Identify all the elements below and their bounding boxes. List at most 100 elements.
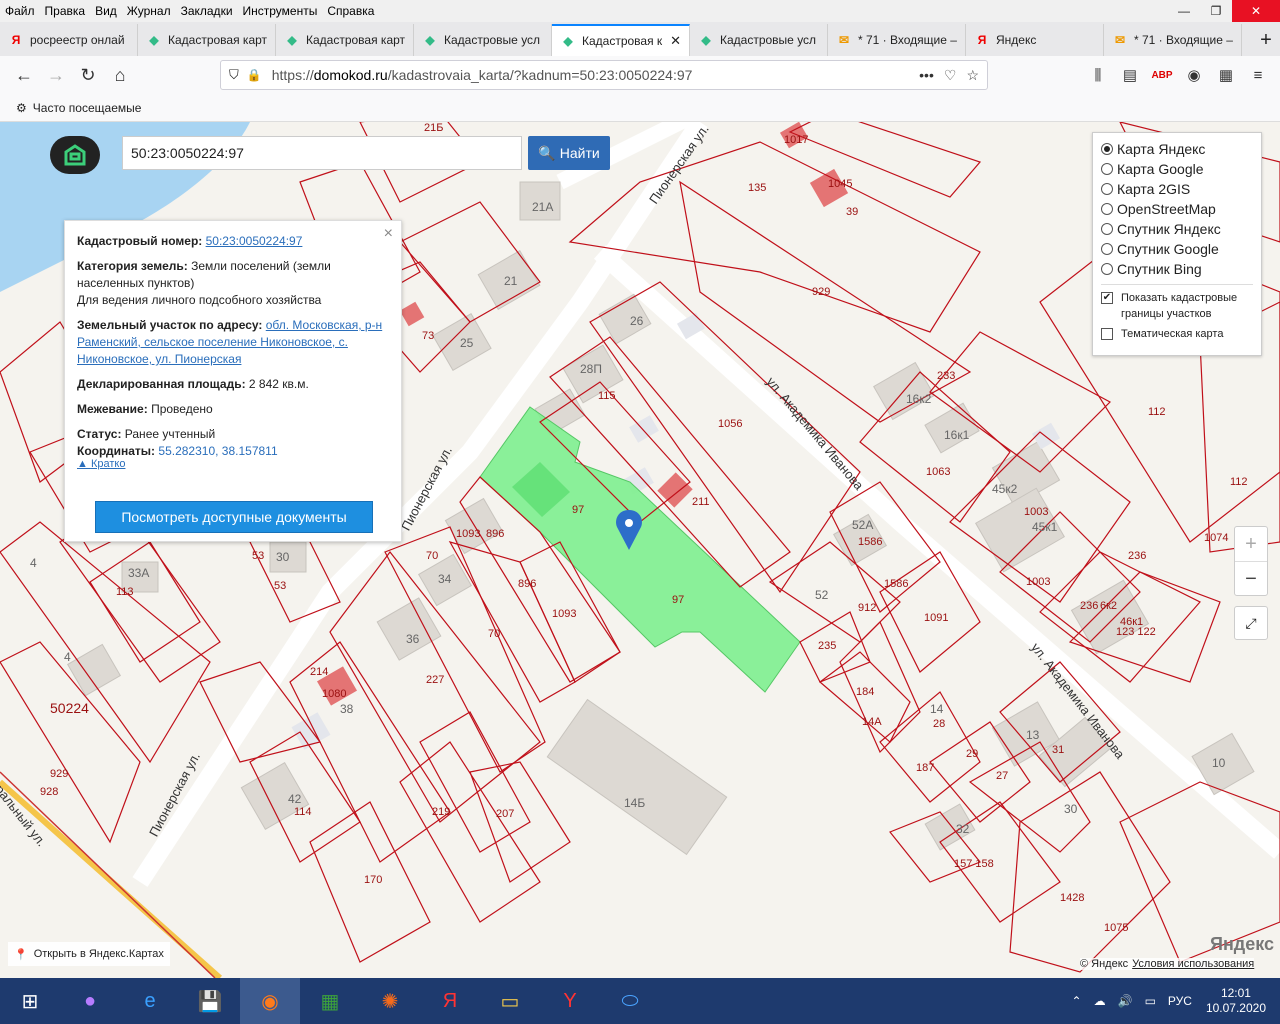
menu-history[interactable]: Журнал <box>122 4 176 18</box>
layer-option-6[interactable]: Спутник Bing <box>1101 259 1253 279</box>
library-icon[interactable]: ⫼ <box>1082 60 1114 90</box>
minimize-icon[interactable]: — <box>1168 0 1200 22</box>
find-button[interactable]: 🔍 Найти <box>528 136 610 170</box>
toolbar-right: ⫼ ▤ ABP ◉ ▦ ≡ <box>1082 60 1274 90</box>
layer-option-3[interactable]: OpenStreetMap <box>1101 199 1253 219</box>
adblock-icon[interactable]: ABP <box>1146 60 1178 90</box>
zoom-in-icon[interactable]: + <box>1235 527 1267 562</box>
menu-help[interactable]: Справка <box>322 4 379 18</box>
save-disk-icon[interactable]: 💾 <box>180 978 240 1024</box>
window-controls: — ❐ ✕ <box>1168 0 1280 22</box>
plot-info-popup: × Кадастровый номер: 50:23:0050224:97 Ка… <box>64 220 402 542</box>
open-in-yandex-maps[interactable]: 📍 Открыть в Яндекс.Картах <box>8 942 170 966</box>
menu-view[interactable]: Вид <box>90 4 122 18</box>
folder-icon[interactable]: ▭ <box>480 978 540 1024</box>
star-icon[interactable]: ☆ <box>966 67 979 84</box>
account-icon[interactable]: ◉ <box>1178 60 1210 90</box>
show-borders-checkbox[interactable]: ✔ Показать кадастровые границы участков <box>1101 290 1253 322</box>
view-documents-button[interactable]: Посмотреть доступные документы <box>95 501 373 533</box>
tab-label: Кадастровая карт <box>168 33 267 47</box>
menu-tools[interactable]: Инструменты <box>238 4 323 18</box>
triangle-up-icon: ▲ <box>77 458 91 470</box>
home-icon[interactable]: ⌂ <box>104 59 136 91</box>
close-window-icon[interactable]: ✕ <box>1232 0 1280 22</box>
menu-bookmarks[interactable]: Закладки <box>176 4 238 18</box>
plot-label: 236 <box>1080 600 1099 612</box>
plot-label: 6к2 <box>1100 600 1118 612</box>
back-icon[interactable]: ← <box>8 59 40 91</box>
yandex-browser-icon[interactable]: Y <box>540 978 600 1024</box>
plot-label: 97 <box>572 504 585 516</box>
tab-label: * 71 · Входящие – <box>858 33 957 47</box>
shield-icon[interactable]: ⛉ <box>229 67 239 83</box>
layer-option-5[interactable]: Спутник Google <box>1101 239 1253 259</box>
tab-8[interactable]: ✉ * 71 · Входящие – <box>1104 24 1242 56</box>
zoom-out-icon[interactable]: − <box>1235 562 1267 597</box>
maximize-icon[interactable]: ❐ <box>1200 0 1232 22</box>
chevron-up-icon[interactable]: ⌃ <box>1072 994 1082 1008</box>
cadastral-search-input[interactable]: 50:23:0050224:97 <box>122 136 522 170</box>
menu-edit[interactable]: Правка <box>40 4 91 18</box>
site-logo[interactable] <box>50 136 100 174</box>
sidebar-icon[interactable]: ▤ <box>1114 60 1146 90</box>
menu-file[interactable]: Файл <box>0 4 40 18</box>
layer-option-0[interactable]: Карта Яндекс <box>1101 139 1253 159</box>
pocket-icon[interactable]: ♡ <box>944 67 957 84</box>
battery-icon[interactable]: ▭ <box>1145 994 1156 1008</box>
tab-3[interactable]: ◆ Кадастровые усл <box>414 24 552 56</box>
reload-icon[interactable]: ↻ <box>72 59 104 91</box>
close-icon[interactable]: × <box>384 225 393 242</box>
plot-label: 236 <box>1128 550 1147 562</box>
yandex-app-icon[interactable]: Я <box>420 978 480 1024</box>
tab-2[interactable]: ◆ Кадастровая карт <box>276 24 414 56</box>
tab-4[interactable]: ◆ Кадастровая к ✕ <box>552 24 690 56</box>
plot-label: 233 <box>937 370 956 382</box>
plot-label: 929 <box>50 768 69 780</box>
forward-icon[interactable]: → <box>40 59 72 91</box>
thematic-map-checkbox[interactable]: Тематическая карта <box>1101 326 1253 342</box>
tab-favicon-icon: ◆ <box>287 33 297 47</box>
tab-favicon-icon: Я <box>11 33 21 47</box>
url-bar[interactable]: ⛉ 🔒 https://domokod.ru/kadastrovaia_kart… <box>220 60 988 90</box>
tab-7[interactable]: Я Яндекс <box>966 24 1104 56</box>
layer-option-1[interactable]: Карта Google <box>1101 159 1253 179</box>
checkbox-checked-icon: ✔ <box>1101 292 1113 304</box>
language-indicator[interactable]: РУС <box>1168 994 1192 1008</box>
tab-5[interactable]: ◆ Кадастровые усл <box>690 24 828 56</box>
plot-label: 21Б <box>424 122 444 134</box>
layer-option-4[interactable]: Спутник Яндекс <box>1101 219 1253 239</box>
tab-6[interactable]: ✉ * 71 · Входящие – <box>828 24 966 56</box>
fullscreen-icon[interactable]: ⤢ <box>1234 606 1268 640</box>
plot-label: 123 122 <box>1116 626 1156 638</box>
volume-icon[interactable]: 🔊 <box>1118 994 1133 1008</box>
ufo-app-icon[interactable]: ⬭ <box>600 978 660 1024</box>
nav-bar: ← → ↻ ⌂ ⛉ 🔒 https://domokod.ru/kadastrov… <box>0 56 1280 94</box>
hamburger-menu-icon[interactable]: ≡ <box>1242 60 1274 90</box>
tab-1[interactable]: ◆ Кадастровая карт <box>138 24 276 56</box>
alice-icon[interactable]: ● <box>60 978 120 1024</box>
cadastral-number-link[interactable]: 50:23:0050224:97 <box>206 234 303 248</box>
close-tab-icon[interactable]: ✕ <box>670 33 681 49</box>
land-use: Для ведения личного подсобного хозяйства <box>77 293 322 307</box>
plot-label: 70 <box>488 628 501 640</box>
clock[interactable]: 12:01 10.07.2020 <box>1206 986 1266 1016</box>
plot-label: 1056 <box>718 418 743 430</box>
house-logo-icon <box>64 144 86 166</box>
map-area[interactable]: 97 97 1056 211 115 26 929 135 1045 39 1017 73 25 21 21… <box>0 122 1280 978</box>
url-text[interactable]: https://domokod.ru/kadastrovaia_karta/?k… <box>272 67 909 83</box>
tab-label: Кадастровая к <box>582 34 663 48</box>
lock-icon[interactable]: 🔒 <box>247 68 262 82</box>
extensions-icon[interactable]: ▦ <box>1210 60 1242 90</box>
store-icon[interactable]: ▦ <box>300 978 360 1024</box>
terms-link[interactable]: Условия использования <box>1132 958 1254 970</box>
tab-0[interactable]: Яросреестр онлай <box>0 24 138 56</box>
bookmark-most-visited[interactable]: Часто посещаемые <box>33 101 142 115</box>
network-icon[interactable]: ☁ <box>1094 994 1106 1008</box>
firefox-icon[interactable]: ◉ <box>240 978 300 1024</box>
ie-icon[interactable]: e <box>120 978 180 1024</box>
start-windows-icon[interactable]: ⊞ <box>0 978 60 1024</box>
more-icon[interactable]: ••• <box>919 67 934 83</box>
layer-option-2[interactable]: Карта 2GIS <box>1101 179 1253 199</box>
new-tab-icon[interactable]: + <box>1252 24 1280 56</box>
app-orange-icon[interactable]: ✺ <box>360 978 420 1024</box>
